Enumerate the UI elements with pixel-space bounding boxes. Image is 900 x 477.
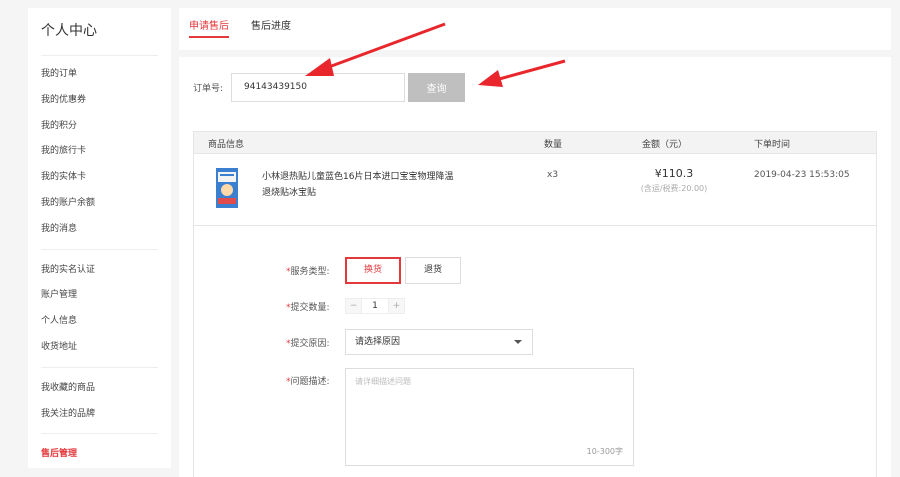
sidebar-item-address[interactable]: 收货地址 (41, 335, 158, 361)
quantity-label: *提交数量: (286, 302, 330, 313)
product-thumbnail[interactable] (214, 166, 240, 210)
tab-bar: 申请售后 售后进度 (179, 8, 891, 50)
sidebar-item-real-name[interactable]: 我的实名认证 (41, 258, 158, 284)
tab-apply-after-sales[interactable]: 申请售后 (189, 8, 229, 38)
sidebar-item-coupons[interactable]: 我的优惠券 (41, 88, 158, 114)
order-search-row: 订单号: 查询 (193, 72, 465, 102)
reason-select[interactable]: 请选择原因 (345, 329, 533, 355)
quantity-plus-button[interactable]: + (389, 299, 404, 313)
main-panel: 订单号: 查询 商品信息 数量 金额（元） 下单时间 小林退热贴儿童蓝色16片日… (179, 57, 891, 477)
sidebar-title: 个人中心 (41, 8, 158, 56)
sidebar: 个人中心 我的订单 我的优惠券 我的积分 我的旅行卡 我的实体卡 我的账户余额 … (28, 8, 171, 468)
sidebar-group-account: 我的实名认证 账户管理 个人信息 收货地址 (41, 258, 158, 368)
quantity-value[interactable]: 1 (361, 299, 389, 313)
service-return-button[interactable]: 退货 (405, 257, 461, 284)
sidebar-item-personal-info[interactable]: 个人信息 (41, 309, 158, 335)
quantity-row: *提交数量: − 1 + (286, 298, 405, 314)
order-date: 2019-04-23 15:53:05 (754, 170, 850, 180)
service-exchange-button[interactable]: 换货 (345, 257, 401, 284)
sidebar-group-orders: 我的订单 我的优惠券 我的积分 我的旅行卡 我的实体卡 我的账户余额 我的消息 (41, 62, 158, 250)
header-quantity: 数量 (544, 140, 563, 150)
description-textarea[interactable]: 请详细描述问题 10-300字 (345, 368, 634, 466)
description-label: *问题描述: (286, 377, 330, 387)
chevron-down-icon (514, 340, 522, 344)
service-type-label: *服务类型: (286, 267, 330, 277)
description-placeholder: 请详细描述问题 (355, 377, 411, 386)
sidebar-item-my-orders[interactable]: 我的订单 (41, 62, 158, 88)
header-order-time: 下单时间 (754, 140, 791, 150)
product-price-block: ¥110.3 (含运/税费:20.00) (624, 167, 724, 194)
sidebar-item-account-management[interactable]: 账户管理 (41, 283, 158, 309)
order-number-input[interactable] (231, 72, 405, 102)
sidebar-item-after-sales[interactable]: 售后管理 (41, 442, 158, 468)
sidebar-item-balance[interactable]: 我的账户余额 (41, 191, 158, 217)
header-product-info: 商品信息 (208, 140, 245, 150)
product-price-note: (含运/税费:20.00) (640, 184, 708, 193)
description-char-counter: 10-300字 (586, 447, 623, 456)
sidebar-group-after-sales: 售后管理 (41, 442, 158, 474)
product-name[interactable]: 小林退热贴儿童蓝色16片日本进口宝宝物理降温退烧贴冰宝贴 (262, 169, 462, 201)
table-header: 商品信息 数量 金额（元） 下单时间 (194, 132, 876, 154)
header-amount: 金额（元） (642, 140, 688, 150)
product-quantity: x3 (547, 170, 559, 180)
sidebar-item-points[interactable]: 我的积分 (41, 114, 158, 140)
reason-label: *提交原因: (286, 338, 330, 349)
sidebar-group-favorites: 我收藏的商品 我关注的品牌 (41, 376, 158, 435)
reason-row: *提交原因: 请选择原因 (286, 329, 533, 355)
product-price: ¥110.3 (654, 167, 694, 180)
order-table: 商品信息 数量 金额（元） 下单时间 小林退热贴儿童蓝色16片日本进口宝宝物理降… (193, 131, 877, 477)
quantity-minus-button[interactable]: − (346, 299, 361, 313)
sidebar-item-travel-card[interactable]: 我的旅行卡 (41, 139, 158, 165)
service-type-row: *服务类型: 换货 退货 (286, 257, 465, 284)
table-row: 小林退热贴儿童蓝色16片日本进口宝宝物理降温退烧贴冰宝贴 x3 ¥110.3 (… (194, 154, 876, 226)
reason-select-value: 请选择原因 (355, 337, 401, 347)
tab-after-sales-progress[interactable]: 售后进度 (251, 8, 291, 50)
description-row: *问题描述: 请详细描述问题 10-300字 (286, 368, 634, 466)
quantity-stepper: − 1 + (345, 298, 405, 314)
order-number-label: 订单号: (193, 83, 224, 94)
sidebar-item-physical-card[interactable]: 我的实体卡 (41, 165, 158, 191)
sidebar-item-followed-brands[interactable]: 我关注的品牌 (41, 402, 158, 428)
query-button[interactable]: 查询 (408, 72, 465, 102)
sidebar-item-favorite-products[interactable]: 我收藏的商品 (41, 376, 158, 402)
sidebar-item-messages[interactable]: 我的消息 (41, 217, 158, 243)
